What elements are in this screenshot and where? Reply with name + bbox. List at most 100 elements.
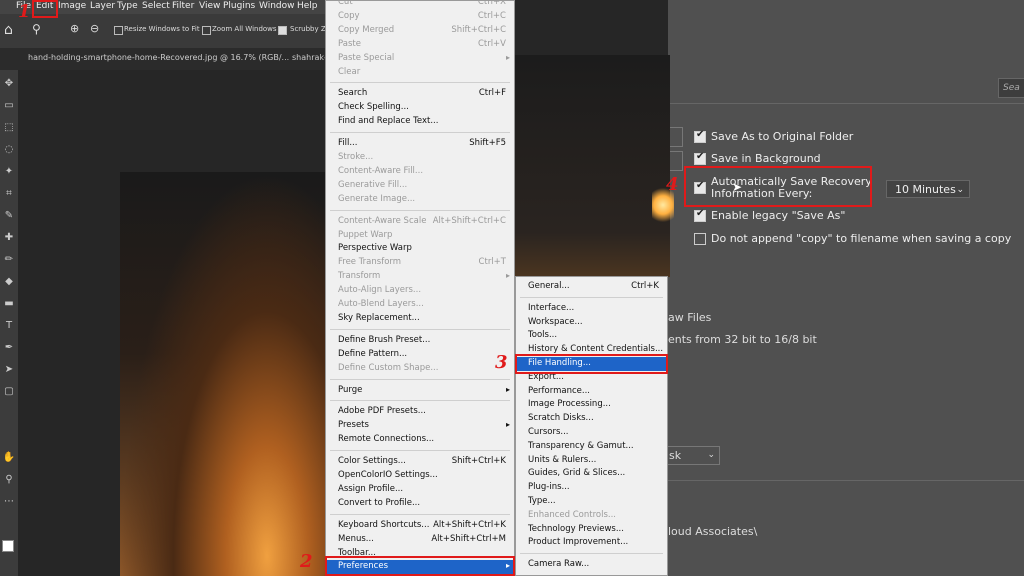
hand-tool-icon[interactable]: ✋	[1, 450, 17, 466]
tab-second-document[interactable]: shahrak-	[292, 53, 327, 62]
edit-menu-item-copy-merged[interactable]: Copy Merged Shift+Ctrl+C	[326, 24, 514, 38]
gradient-tool-icon[interactable]: ▬	[1, 296, 17, 312]
menu-select[interactable]: Select	[142, 1, 170, 11]
preferences-submenu-item-performance[interactable]: Performance...	[516, 385, 667, 399]
zoom-tool-icon[interactable]: ⚲	[32, 22, 41, 36]
menu-image[interactable]: Image	[58, 1, 86, 11]
auto-save-interval-dropdown[interactable]: 10 Minutes ⌄	[886, 180, 970, 198]
no-copy-option[interactable]: Do not append "copy" to filename when sa…	[694, 232, 1011, 245]
tab-document[interactable]: hand-holding-smartphone-home-Recovered.j…	[28, 53, 289, 62]
home-icon[interactable]: ⌂	[4, 22, 13, 38]
menu-plugins[interactable]: Plugins	[223, 1, 255, 11]
edit-menu-item-presets[interactable]: Presets ▸	[326, 419, 514, 433]
zoom-tool-icon[interactable]: ⚲	[1, 472, 17, 488]
menu-filter[interactable]: Filter	[172, 1, 194, 11]
lasso-tool-icon[interactable]: ◌	[1, 142, 17, 158]
edit-menu-item-paste[interactable]: Paste Ctrl+V	[326, 38, 514, 52]
edit-menu-item-define-pattern[interactable]: Define Pattern...	[326, 348, 514, 362]
preferences-submenu-item-tools[interactable]: Tools...	[516, 329, 667, 343]
edit-menu-item-auto-align-layers[interactable]: Auto-Align Layers...	[326, 284, 514, 298]
preferences-submenu-item-scratch-disks[interactable]: Scratch Disks...	[516, 412, 667, 426]
path-selection-tool-icon[interactable]: ➤	[1, 362, 17, 378]
preferences-submenu-item-general[interactable]: General... Ctrl+K	[516, 280, 667, 294]
edit-menu-item-keyboard-shortcuts[interactable]: Keyboard Shortcuts... Alt+Shift+Ctrl+K	[326, 519, 514, 533]
edit-menu-item-sky-replacement[interactable]: Sky Replacement...	[326, 312, 514, 326]
eyedropper-tool-icon[interactable]: ✎	[1, 208, 17, 224]
zoom-in-icon[interactable]: ⊕	[70, 22, 79, 35]
move-tool-icon[interactable]: ✥	[1, 76, 17, 92]
menu-view[interactable]: View	[199, 1, 220, 11]
pen-tool-icon[interactable]: ✒	[1, 340, 17, 356]
preferences-submenu-item-transparency-gamut[interactable]: Transparency & Gamut...	[516, 440, 667, 454]
edit-menu-item-convert-to-profile[interactable]: Convert to Profile...	[326, 497, 514, 511]
edit-menu-item-assign-profile[interactable]: Assign Profile...	[326, 483, 514, 497]
preferences-submenu-item-cursors[interactable]: Cursors...	[516, 426, 667, 440]
preferences-submenu-item-workspace[interactable]: Workspace...	[516, 316, 667, 330]
preferences-submenu-item-image-processing[interactable]: Image Processing...	[516, 398, 667, 412]
menu-help[interactable]: Help	[297, 1, 318, 11]
menu-window[interactable]: Window	[259, 1, 295, 11]
edit-menu-item-perspective-warp[interactable]: Perspective Warp	[326, 242, 514, 256]
edit-menu-item-puppet-warp[interactable]: Puppet Warp	[326, 229, 514, 243]
edit-menu-item-fill[interactable]: Fill... Shift+F5	[326, 137, 514, 151]
edit-menu-item-define-brush-preset[interactable]: Define Brush Preset...	[326, 334, 514, 348]
edit-menu-item-opencolorio-settings[interactable]: OpenColorIO Settings...	[326, 469, 514, 483]
preferences-submenu-item-type[interactable]: Type...	[516, 495, 667, 509]
magic-wand-tool-icon[interactable]: ✦	[1, 164, 17, 180]
edit-menu-item-generate-image[interactable]: Generate Image...	[326, 193, 514, 207]
type-tool-icon[interactable]: T	[1, 318, 17, 334]
scrubby-checkbox[interactable]	[278, 26, 287, 35]
edit-menu-item-check-spelling[interactable]: Check Spelling...	[326, 101, 514, 115]
foreground-color-swatch[interactable]	[2, 540, 14, 552]
edit-menu-item-adobe-pdf-presets[interactable]: Adobe PDF Presets...	[326, 405, 514, 419]
edit-menu-item-copy[interactable]: Copy Ctrl+C	[326, 10, 514, 24]
save-original-folder-option[interactable]: Save As to Original Folder	[694, 129, 853, 143]
no-copy-checkbox[interactable]	[694, 233, 706, 245]
eraser-tool-icon[interactable]: ◆	[1, 274, 17, 290]
edit-menu-item-content-aware-scale[interactable]: Content-Aware Scale Alt+Shift+Ctrl+C	[326, 215, 514, 229]
brush-tool-icon[interactable]: ✏	[1, 252, 17, 268]
edit-menu-item-generative-fill[interactable]: Generative Fill...	[326, 179, 514, 193]
preferences-submenu-item-technology-previews[interactable]: Technology Previews...	[516, 523, 667, 537]
preferences-search-input[interactable]: Sea	[998, 78, 1024, 98]
zoom-all-checkbox[interactable]	[202, 26, 211, 35]
marquee-tool-icon[interactable]: ⬚	[1, 120, 17, 136]
preferences-submenu-item-camera-raw[interactable]: Camera Raw...	[516, 558, 667, 572]
preferences-submenu-item-guides-grid-slices[interactable]: Guides, Grid & Slices...	[516, 467, 667, 481]
edit-menu-item-auto-blend-layers[interactable]: Auto-Blend Layers...	[326, 298, 514, 312]
preferences-submenu-item-plug-ins[interactable]: Plug-ins...	[516, 481, 667, 495]
more-tools-icon[interactable]: ⋯	[1, 494, 17, 510]
edit-menu-item-transform[interactable]: Transform ▸	[326, 270, 514, 284]
edit-menu-item-cut[interactable]: Cut Ctrl+X	[326, 0, 514, 10]
edit-menu-item-stroke[interactable]: Stroke...	[326, 151, 514, 165]
edit-menu-item-find-and-replace-text[interactable]: Find and Replace Text...	[326, 115, 514, 129]
preferences-submenu-item-interface[interactable]: Interface...	[516, 302, 667, 316]
edit-menu-item-paste-special[interactable]: Paste Special ▸	[326, 52, 514, 66]
save-background-checkbox[interactable]	[694, 151, 706, 165]
disk-dropdown[interactable]: sk ⌄	[664, 446, 720, 465]
menu-layer[interactable]: Layer	[90, 1, 115, 11]
edit-menu-item-define-custom-shape[interactable]: Define Custom Shape...	[326, 362, 514, 376]
legacy-save-as-checkbox[interactable]	[694, 208, 706, 222]
edit-menu-item-remote-connections[interactable]: Remote Connections...	[326, 433, 514, 447]
edit-menu-item-free-transform[interactable]: Free Transform Ctrl+T	[326, 256, 514, 270]
artboard-tool-icon[interactable]: ▭	[1, 98, 17, 114]
preferences-submenu-item-product-improvement[interactable]: Product Improvement...	[516, 536, 667, 550]
resize-windows-checkbox[interactable]	[114, 26, 123, 35]
shape-tool-icon[interactable]: ▢	[1, 384, 17, 400]
edit-menu-item-color-settings[interactable]: Color Settings... Shift+Ctrl+K	[326, 455, 514, 469]
edit-menu-item-menus[interactable]: Menus... Alt+Shift+Ctrl+M	[326, 533, 514, 547]
preferences-submenu-item-units-rulers[interactable]: Units & Rulers...	[516, 454, 667, 468]
edit-menu-item-clear[interactable]: Clear	[326, 66, 514, 80]
edit-menu-item-search[interactable]: Search Ctrl+F	[326, 87, 514, 101]
zoom-out-icon[interactable]: ⊖	[90, 22, 99, 35]
crop-tool-icon[interactable]: ⌗	[1, 186, 17, 202]
save-original-folder-checkbox[interactable]	[694, 129, 706, 143]
edit-menu-item-content-aware-fill[interactable]: Content-Aware Fill...	[326, 165, 514, 179]
save-background-option[interactable]: Save in Background	[694, 151, 821, 165]
legacy-save-as-option[interactable]: Enable legacy "Save As"	[694, 208, 845, 222]
edit-menu-item-purge[interactable]: Purge ▸	[326, 384, 514, 398]
healing-tool-icon[interactable]: ✚	[1, 230, 17, 246]
menu-type[interactable]: Type	[117, 1, 138, 11]
preferences-submenu-item-enhanced-controls[interactable]: Enhanced Controls...	[516, 509, 667, 523]
